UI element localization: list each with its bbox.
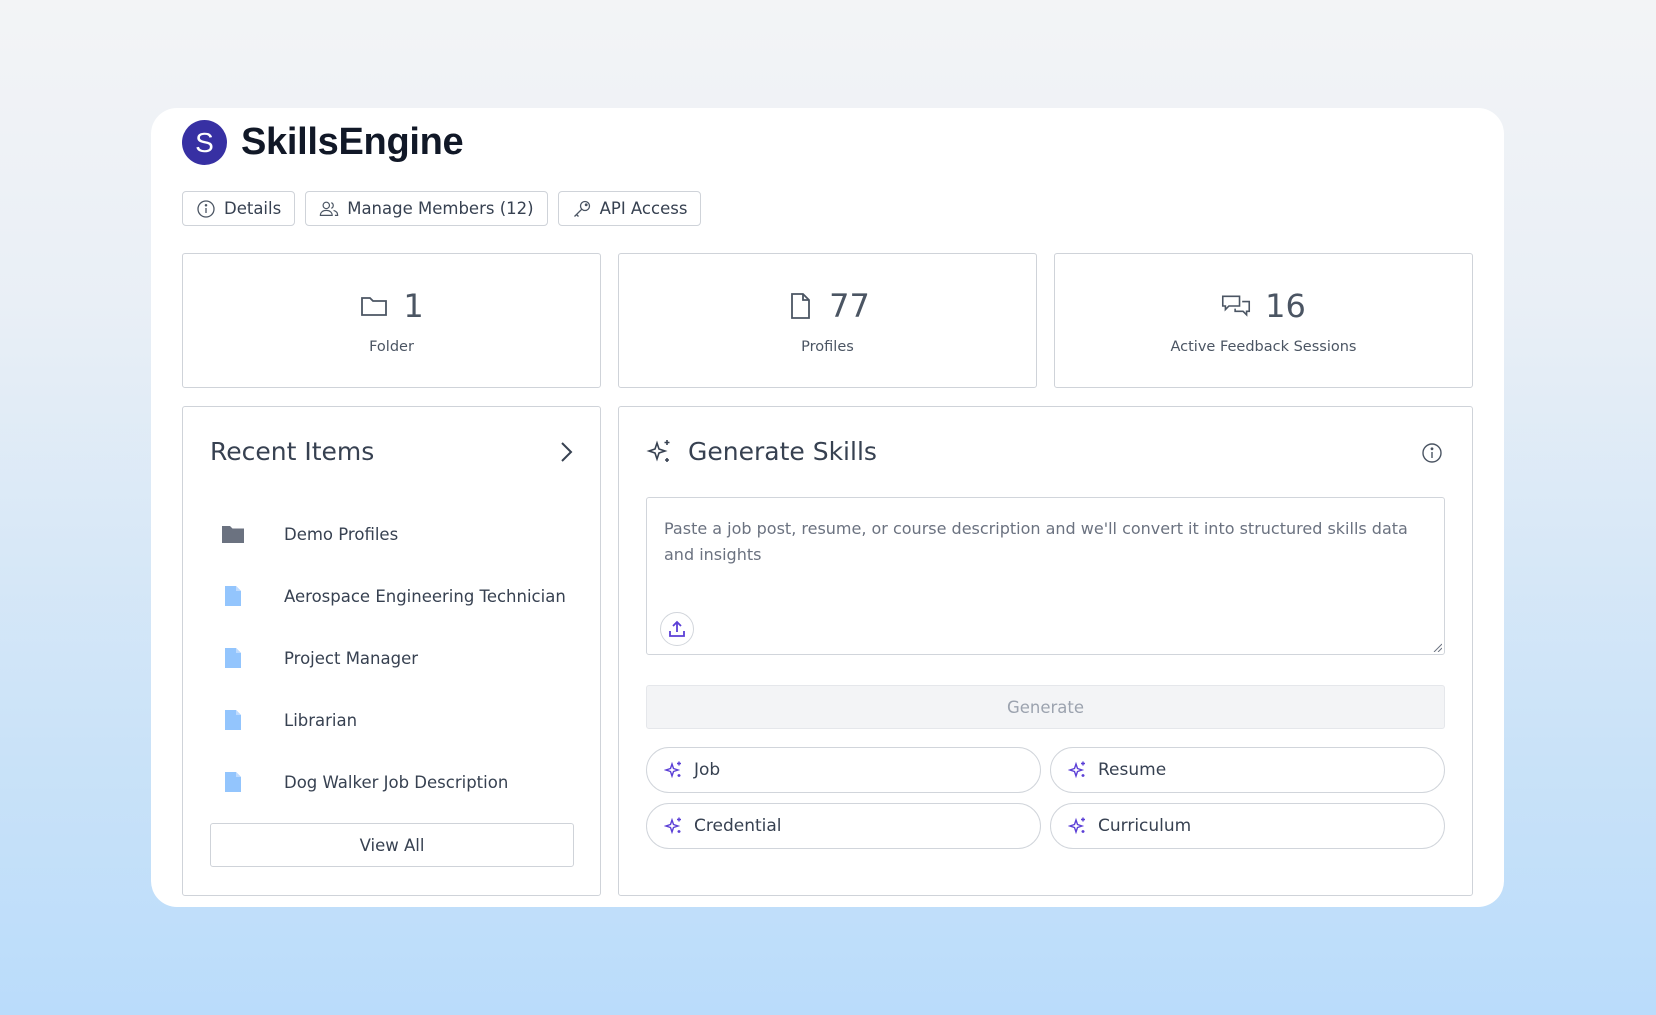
chip-resume[interactable]: Resume xyxy=(1050,747,1445,793)
sparkles-icon xyxy=(1068,761,1085,779)
stat-label: Profiles xyxy=(801,338,854,355)
sparkles-icon xyxy=(664,761,681,779)
details-button[interactable]: Details xyxy=(182,191,296,226)
file-icon xyxy=(225,648,241,668)
file-icon xyxy=(791,292,811,319)
chip-job[interactable]: Job xyxy=(646,747,1041,793)
manage-members-button[interactable]: Manage Members (12) xyxy=(305,191,548,226)
list-item-label: Dog Walker Job Description xyxy=(284,772,509,792)
list-item[interactable]: Aerospace Engineering Technician xyxy=(218,565,580,627)
list-item-label: Aerospace Engineering Technician xyxy=(284,586,566,606)
chip-label: Job xyxy=(694,760,721,780)
app-title: SkillsEngine xyxy=(241,121,464,163)
description-textarea[interactable]: Paste a job post, resume, or course desc… xyxy=(646,497,1445,655)
view-all-button[interactable]: View All xyxy=(210,823,574,867)
folder-icon xyxy=(222,526,244,543)
list-item[interactable]: Librarian xyxy=(218,689,580,751)
recent-items-title: Recent Items xyxy=(210,437,375,466)
sparkles-icon xyxy=(664,817,681,835)
stat-value: 16 xyxy=(1265,286,1306,325)
users-icon xyxy=(319,201,339,216)
list-item-label: Demo Profiles xyxy=(284,524,399,544)
chip-label: Curriculum xyxy=(1098,816,1192,836)
file-icon xyxy=(225,586,241,606)
list-item-label: Librarian xyxy=(284,710,358,730)
stat-card-profiles[interactable]: 77 Profiles xyxy=(618,253,1037,388)
generate-button[interactable]: Generate xyxy=(646,685,1445,729)
main-card: S SkillsEngine Details Manage Members (1… xyxy=(151,108,1504,907)
stat-value: 77 xyxy=(829,286,870,325)
sparkles-icon xyxy=(1068,817,1085,835)
chip-label: Resume xyxy=(1098,760,1167,780)
chevron-right-icon[interactable] xyxy=(556,440,576,464)
page-background: S SkillsEngine Details Manage Members (1… xyxy=(0,0,1656,1015)
file-icon xyxy=(225,710,241,730)
details-label: Details xyxy=(224,199,282,218)
upload-button[interactable] xyxy=(660,612,694,646)
list-item[interactable]: Demo Profiles xyxy=(218,503,580,565)
sparkles-icon xyxy=(646,439,670,462)
recent-items-list: Demo Profiles Aerospace Engineering Tech… xyxy=(218,503,580,813)
api-access-button[interactable]: API Access xyxy=(557,191,702,226)
stat-value: 1 xyxy=(403,286,424,325)
manage-members-label: Manage Members (12) xyxy=(347,199,534,218)
api-access-label: API Access xyxy=(599,199,688,218)
stat-label: Active Feedback Sessions xyxy=(1170,338,1357,355)
brand: S SkillsEngine xyxy=(182,120,464,165)
resize-handle-icon[interactable] xyxy=(1432,642,1442,652)
generate-skills-title: Generate Skills xyxy=(688,437,877,466)
chat-bubbles-icon xyxy=(1222,295,1251,317)
stat-label: Folder xyxy=(369,338,414,355)
list-item[interactable]: Dog Walker Job Description xyxy=(218,751,580,813)
upload-icon xyxy=(669,620,685,637)
header-actions: Details Manage Members (12) API Access xyxy=(182,191,702,226)
recent-items-panel: Recent Items Demo Profiles Aerospace Eng… xyxy=(182,406,601,896)
folder-icon xyxy=(361,296,388,316)
stat-card-feedback-sessions[interactable]: 16 Active Feedback Sessions xyxy=(1054,253,1473,388)
chip-label: Credential xyxy=(694,816,782,836)
file-icon xyxy=(225,772,241,792)
chip-curriculum[interactable]: Curriculum xyxy=(1050,803,1445,849)
info-icon xyxy=(197,199,215,218)
textarea-placeholder: Paste a job post, resume, or course desc… xyxy=(664,519,1408,564)
list-item[interactable]: Project Manager xyxy=(218,627,580,689)
app-logo: S xyxy=(182,120,227,165)
stat-card-folders[interactable]: 1 Folder xyxy=(182,253,601,388)
list-item-label: Project Manager xyxy=(284,648,419,668)
chip-credential[interactable]: Credential xyxy=(646,803,1041,849)
key-icon xyxy=(573,200,590,217)
info-icon[interactable] xyxy=(1421,442,1443,464)
generate-skills-panel: Generate Skills Paste a job post, resume… xyxy=(618,406,1473,896)
